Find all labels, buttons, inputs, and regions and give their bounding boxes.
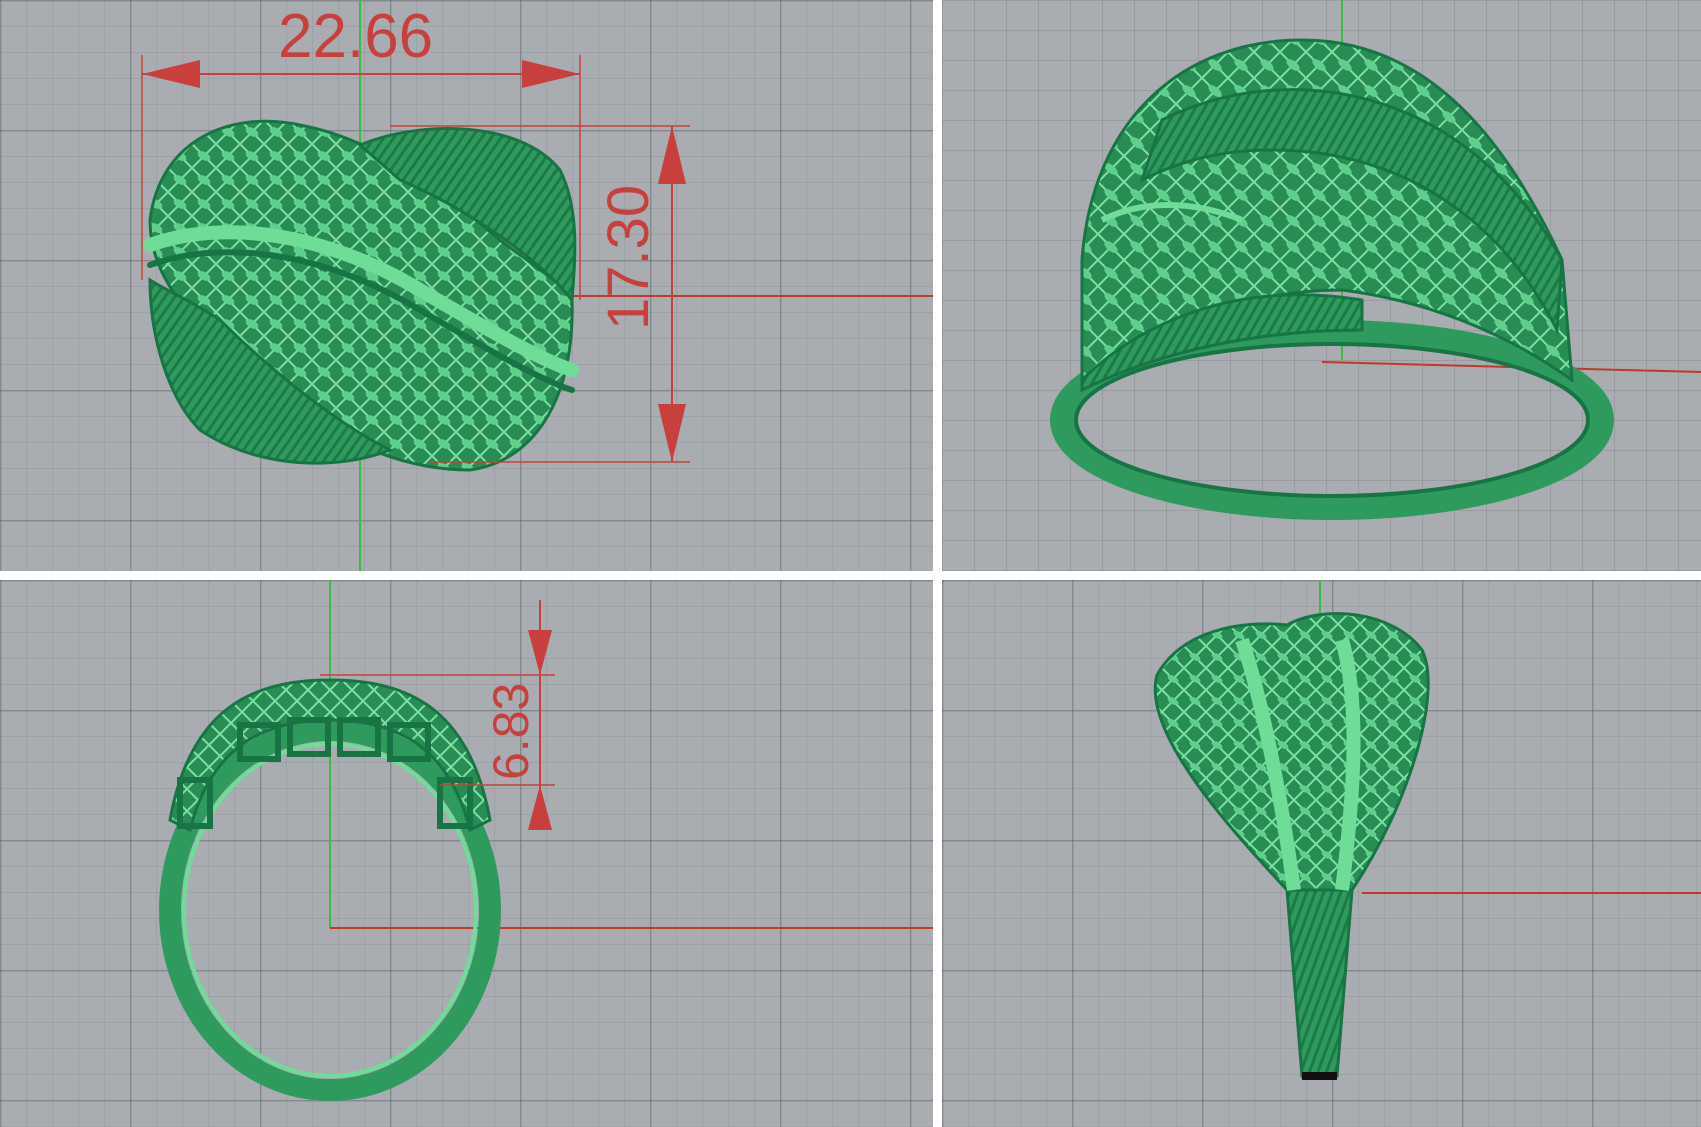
viewport-perspective[interactable]	[942, 0, 1701, 571]
front-view-canvas	[159, 580, 933, 1101]
ring-model-perspective[interactable]	[1050, 38, 1614, 520]
dimension-arrow-down	[528, 630, 552, 675]
top-view-canvas	[141, 0, 933, 571]
viewport-top[interactable]: 22.66 17.30	[0, 0, 933, 571]
dimension-arrow-up	[528, 785, 552, 830]
right-view-canvas	[1153, 580, 1701, 1080]
dimension-arrow-up	[658, 126, 686, 184]
perspective-view-canvas	[1050, 0, 1701, 520]
dimension-arrow-left	[142, 60, 200, 88]
viewport-front[interactable]: 6.83	[0, 580, 933, 1127]
dimension-arrow-right	[522, 60, 580, 88]
dimension-thickness-label: 6.83	[483, 682, 539, 780]
ring-model-top[interactable]	[143, 119, 579, 472]
dimension-width-label: 22.66	[278, 2, 434, 71]
ring-model-right[interactable]	[1153, 612, 1430, 1080]
dimension-height-label: 17.30	[596, 184, 661, 330]
viewport-right[interactable]	[942, 580, 1701, 1127]
dimension-arrow-down	[658, 404, 686, 462]
